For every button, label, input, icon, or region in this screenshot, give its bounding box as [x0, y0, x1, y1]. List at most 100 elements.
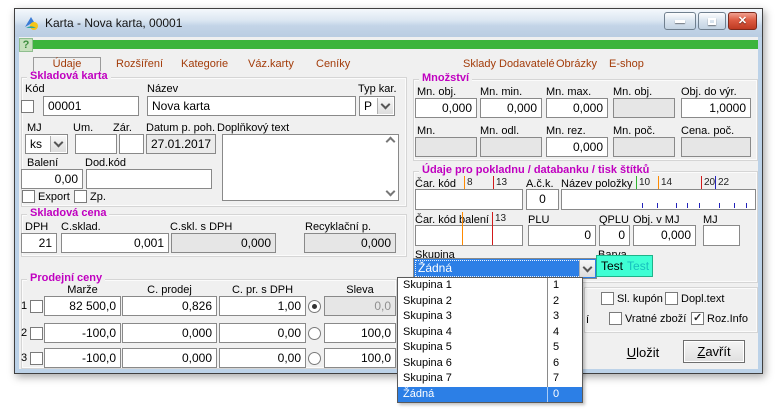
price-row3-checkbox[interactable] — [30, 352, 43, 365]
marze-field-3[interactable]: -100,0 — [44, 348, 121, 368]
doplnkovy-textarea[interactable] — [222, 134, 399, 201]
cprodej-field-2[interactable]: 0,000 — [122, 323, 217, 343]
carkod-baleni-field[interactable] — [415, 225, 523, 246]
zavrit-button[interactable]: Zavřít — [683, 340, 745, 363]
close-button[interactable]: ✕ — [728, 12, 757, 30]
kod-label: Kód — [25, 83, 45, 95]
price-row1-checkbox[interactable] — [30, 300, 43, 313]
skupina-select[interactable]: Žádná — [413, 258, 597, 279]
tab-obrazky[interactable]: Obrázky — [556, 58, 597, 70]
tab-vaz-karty[interactable]: Váz.karty — [248, 58, 294, 70]
acek-field[interactable]: 0 — [526, 189, 559, 210]
tab-eshop[interactable]: E-shop — [609, 58, 644, 70]
price-row-num: 1 — [21, 300, 27, 312]
um-field[interactable] — [75, 134, 117, 154]
cprodej-field-3[interactable]: 0,000 — [122, 348, 217, 368]
help-button[interactable]: ? — [19, 38, 33, 52]
cskl-dph-field[interactable]: 0,000 — [171, 233, 276, 253]
price-row3-radio[interactable] — [308, 352, 321, 365]
dph-field[interactable]: 21 — [21, 233, 57, 253]
roz-info-checkbox[interactable] — [691, 312, 704, 325]
dropdown-item-num: 3 — [547, 309, 582, 325]
chevron-down-icon[interactable] — [377, 98, 393, 114]
dopl-text-label: Dopl.text — [681, 293, 724, 305]
tab-dodavatele[interactable]: Dodavatelé — [499, 58, 555, 70]
dropdown-item[interactable]: Skupina 44 — [398, 325, 582, 341]
barva-test-button[interactable]: TestTest — [596, 255, 653, 277]
vratne-zbozi-checkbox[interactable] — [609, 312, 622, 325]
minimize-button[interactable] — [664, 12, 696, 30]
mn-obj-field[interactable]: 0,000 — [415, 98, 477, 118]
cprodej-field-1[interactable]: 0,826 — [122, 296, 217, 316]
sleva-field-1[interactable]: 0,0 — [324, 296, 396, 316]
app-icon — [23, 15, 39, 31]
baleni-field[interactable]: 0,00 — [21, 169, 83, 189]
cprdph-field-3[interactable]: 0,00 — [219, 348, 306, 368]
dropdown-item[interactable]: Skupina 66 — [398, 356, 582, 372]
mn-min-field[interactable]: 0,000 — [480, 98, 542, 118]
plu-field[interactable]: 0 — [528, 225, 596, 246]
tab-kategorie[interactable]: Kategorie — [181, 58, 228, 70]
dropdown-item[interactable]: Skupina 77 — [398, 371, 582, 387]
mj-select[interactable]: ks — [25, 134, 68, 154]
kod-field[interactable]: 00001 — [43, 96, 139, 116]
cprdph-field-1[interactable]: 1,00 — [219, 296, 306, 316]
dropdown-item[interactable]: Skupina 55 — [398, 340, 582, 356]
chevron-down-icon[interactable] — [579, 260, 595, 277]
mn-obj2-field[interactable] — [613, 98, 675, 118]
marker-13: 13 — [495, 213, 506, 224]
titlebar[interactable]: Karta - Nova karta, 00001 ✕ — [15, 9, 762, 37]
dropdown-item-selected[interactable]: Žádná0 — [398, 387, 582, 403]
obj-do-vyr-field[interactable]: 1,0000 — [681, 98, 751, 118]
tab-ceniky[interactable]: Ceníky — [316, 58, 350, 70]
zar-field[interactable] — [119, 134, 144, 154]
datum-field[interactable]: 27.01.2017 — [146, 134, 216, 154]
marze-field-1[interactable]: 82 500,0 — [44, 296, 121, 316]
mn-obj-label: Mn. obj. — [417, 86, 456, 98]
sl-kupon-checkbox[interactable] — [601, 292, 614, 305]
cprdph-field-2[interactable]: 0,00 — [219, 323, 306, 343]
marker-22: 22 — [718, 177, 729, 188]
carkod-field[interactable] — [415, 189, 523, 210]
cena-poc-field[interactable] — [681, 137, 751, 157]
dropdown-item[interactable]: Skupina 33 — [398, 309, 582, 325]
mj2-field[interactable] — [703, 225, 740, 246]
scroll-up-icon[interactable] — [386, 136, 395, 145]
tab-sklady[interactable]: Sklady — [463, 58, 496, 70]
mn-max-label: Mn. max. — [546, 86, 591, 98]
mn-max-field[interactable]: 0,000 — [546, 98, 608, 118]
typ-kar-select[interactable]: P — [359, 96, 395, 116]
qplu-field[interactable]: 0 — [599, 225, 630, 246]
sleva-field-3[interactable]: 100,0 — [324, 348, 396, 368]
mn-poc-field[interactable] — [613, 137, 675, 157]
price-row1-radio[interactable] — [308, 300, 321, 313]
mn-odl-label: Mn. odl. — [480, 125, 519, 137]
tab-rozsireni[interactable]: Rozšíření — [116, 58, 163, 70]
csklad-field[interactable]: 0,001 — [61, 233, 169, 253]
export-checkbox[interactable] — [22, 190, 35, 203]
nazev-polozky-field[interactable] — [561, 189, 756, 210]
nazev-field[interactable]: Nova karta — [147, 96, 356, 116]
mn-field[interactable] — [415, 137, 477, 157]
obj-v-mj-field[interactable]: 0,000 — [633, 225, 696, 246]
maximize-button[interactable] — [698, 12, 726, 30]
kod-checkbox[interactable] — [21, 100, 34, 113]
dropdown-item-name: Skupina 6 — [398, 356, 547, 372]
marze-field-2[interactable]: -100,0 — [44, 323, 121, 343]
chevron-down-icon[interactable] — [50, 136, 66, 152]
marker-10: 10 — [639, 177, 650, 188]
scroll-down-icon[interactable] — [386, 188, 395, 197]
maximize-icon — [708, 18, 716, 25]
mn-rez-field[interactable]: 0,000 — [546, 137, 608, 157]
dodkod-field[interactable] — [86, 169, 212, 189]
price-row2-radio[interactable] — [308, 327, 321, 340]
recykl-field[interactable]: 0,000 — [304, 233, 396, 253]
ulozit-button[interactable]: Uložit — [615, 344, 671, 362]
dopl-text-checkbox[interactable] — [665, 292, 678, 305]
dropdown-item[interactable]: Skupina 22 — [398, 294, 582, 310]
price-row2-checkbox[interactable] — [30, 327, 43, 340]
mn-odl-field[interactable] — [480, 137, 542, 157]
dropdown-item[interactable]: Skupina 11 — [398, 278, 582, 294]
zp-checkbox[interactable] — [74, 190, 87, 203]
sleva-field-2[interactable]: 100,0 — [324, 323, 396, 343]
